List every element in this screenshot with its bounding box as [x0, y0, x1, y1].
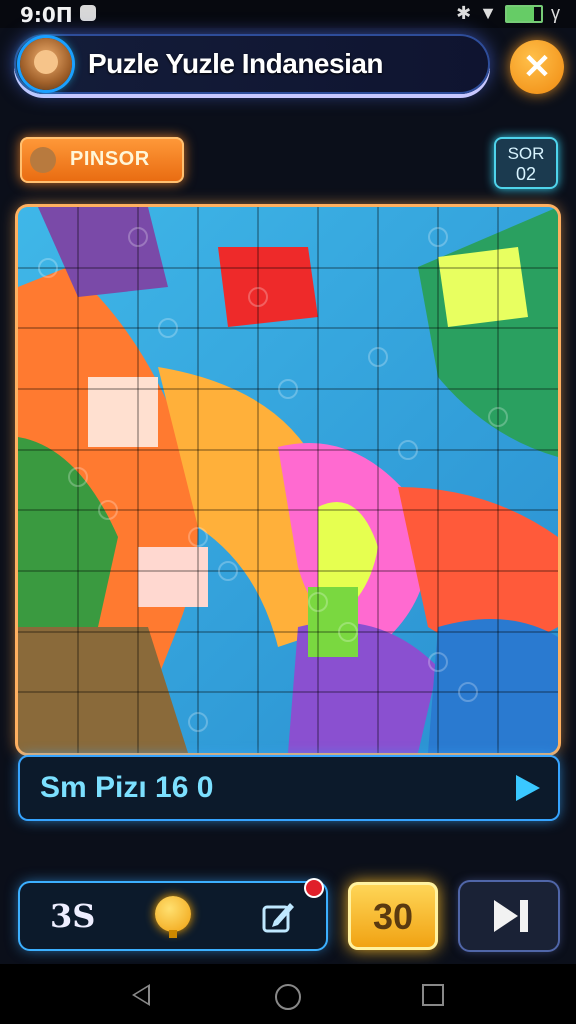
page-title: Puzle Yuzle Indanesian	[88, 48, 384, 79]
lightbulb-icon[interactable]	[155, 896, 191, 938]
bluetooth-icon: ✱	[456, 3, 472, 23]
skip-next-bar	[520, 900, 528, 932]
edit-icon[interactable]	[262, 899, 296, 933]
tool-panel: 3S	[20, 883, 326, 949]
battery-label: γ	[551, 3, 560, 23]
close-icon: ✕	[522, 48, 552, 86]
notification-icon	[80, 5, 96, 21]
skip-next-icon	[494, 900, 518, 932]
puzzle-board[interactable]	[18, 207, 558, 753]
category-label: PINSOR	[70, 148, 150, 170]
wifi-icon: ▼	[479, 3, 497, 23]
monkey-icon	[30, 147, 56, 173]
monkey-avatar-icon[interactable]	[20, 38, 72, 90]
score-label: SOR	[507, 144, 545, 163]
play-arrow-icon[interactable]	[516, 775, 540, 801]
system-icons: ✱ ▼ γ	[456, 3, 560, 24]
home-icon[interactable]	[275, 984, 301, 1010]
progress-bar[interactable]: Sm Pizı 16 0	[20, 757, 558, 819]
skip-next-button[interactable]	[460, 882, 558, 950]
status-time: 9:0П	[20, 3, 73, 27]
counter-button[interactable]: 30	[348, 882, 438, 950]
back-icon[interactable]	[132, 984, 150, 1006]
navigation-bar	[0, 964, 576, 1024]
category-button[interactable]: PINSOR	[20, 137, 184, 183]
recent-apps-icon[interactable]	[422, 984, 444, 1006]
close-button[interactable]: ✕	[510, 40, 564, 94]
counter-value: 30	[372, 896, 414, 937]
score-box: SOR 02	[494, 137, 558, 189]
notification-dot	[306, 880, 322, 896]
score-value: 02	[515, 164, 537, 184]
puzzle-image[interactable]	[18, 207, 558, 753]
moves-count: 3S	[50, 897, 96, 935]
progress-label: Sm Pizı 16 0	[40, 771, 214, 804]
battery-icon	[505, 4, 543, 23]
